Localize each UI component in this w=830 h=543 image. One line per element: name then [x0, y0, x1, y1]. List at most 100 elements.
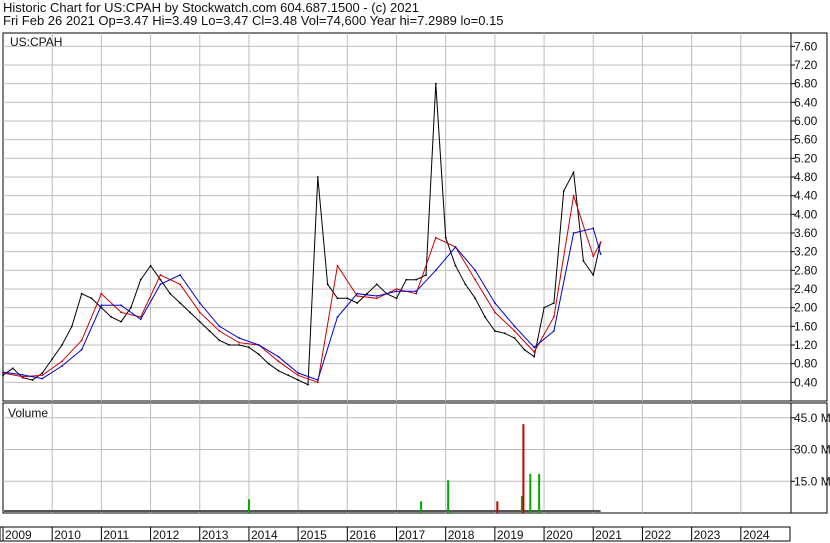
price-series-point — [572, 232, 575, 234]
price-series-point — [356, 302, 359, 304]
price-series-point — [70, 325, 73, 328]
price-series-point — [120, 311, 122, 314]
price-tick-label: 6.80 — [794, 77, 818, 91]
x-tick-label: 2021 — [595, 528, 622, 542]
price-series-point — [553, 302, 555, 304]
price-series-point — [503, 332, 506, 335]
price-tick-label: 4.00 — [794, 207, 818, 221]
price-series-point — [336, 316, 339, 318]
price-series-point — [415, 278, 418, 281]
x-tick-label: 2012 — [153, 528, 180, 542]
price-series-point — [336, 264, 339, 267]
price-series-point — [356, 295, 359, 297]
price-series-point — [395, 288, 398, 290]
price-series-point — [493, 311, 496, 314]
price-series-point — [513, 330, 516, 332]
price-series-point — [198, 302, 201, 304]
price-series-point — [553, 330, 555, 332]
volume-tick-label: 15.0 M — [794, 474, 830, 488]
price-tick-label: 2.00 — [794, 301, 818, 315]
x-tick-label: 2018 — [448, 528, 475, 542]
price-series-point — [238, 344, 241, 346]
price-series-point — [444, 236, 447, 239]
price-series-point — [238, 337, 241, 339]
x-axis: 2009 2010 2011 2012 2013 2014 2015 2016 2017 2018… — [0, 526, 791, 542]
volume-y-axis: 15.0 M 30.0 M 45.0 M — [791, 411, 830, 488]
price-series-point — [513, 325, 516, 328]
volume-bar — [538, 473, 541, 513]
x-tick-label: 2017 — [399, 528, 426, 542]
price-tick-label: 0.80 — [794, 357, 818, 371]
price-series-point — [228, 344, 231, 346]
price-series-point — [316, 379, 319, 381]
volume-tick-label: 30.0 M — [794, 443, 830, 457]
volume-bar — [447, 480, 450, 513]
price-series-point — [395, 297, 398, 300]
price-series-point — [257, 353, 260, 356]
price-series-point — [572, 171, 575, 174]
price-series-point — [297, 374, 300, 377]
price-series-point — [297, 372, 300, 374]
x-tick-label: 2020 — [546, 528, 573, 542]
price-series-point — [139, 318, 142, 321]
price-tick-label: 4.40 — [794, 189, 818, 203]
price-tick-label: 7.20 — [794, 58, 818, 72]
price-tick-label: 2.80 — [794, 263, 818, 277]
price-series-point — [434, 236, 437, 239]
price-series-point — [61, 365, 63, 367]
x-tick-label: 2023 — [694, 528, 721, 542]
price-series-point — [159, 283, 162, 286]
price-series-point — [100, 304, 103, 307]
price-series-point — [277, 360, 280, 363]
price-series-point — [434, 269, 437, 272]
price-series-point — [553, 316, 555, 318]
price-series-point — [493, 330, 496, 332]
price-tick-label: 3.60 — [794, 226, 818, 240]
price-tick-label: 4.80 — [794, 170, 818, 184]
price-series-point — [493, 302, 496, 304]
price-series-point — [513, 337, 516, 339]
price-series-point — [415, 290, 418, 293]
x-tick-label: 2019 — [497, 528, 524, 542]
x-tick-label: 2015 — [300, 528, 327, 542]
x-tick-label: 2010 — [54, 528, 81, 542]
price-series-point — [316, 381, 319, 384]
price-series-point — [533, 351, 536, 353]
price-series-point — [316, 176, 319, 178]
price-series-point — [208, 330, 211, 332]
price-series-point — [21, 375, 24, 378]
price-series-point — [297, 379, 300, 381]
price-series-point — [2, 371, 4, 373]
price-panel-frame — [2, 32, 828, 402]
price-series-point — [307, 383, 309, 386]
volume-panel-frame — [2, 402, 828, 514]
x-tick-label: 2014 — [251, 528, 278, 542]
price-series-point — [21, 373, 24, 376]
price-series-point — [533, 355, 536, 358]
price-series-point — [189, 311, 191, 314]
price-series-point — [454, 264, 457, 267]
price-series-point — [198, 320, 201, 323]
price-tick-label: 5.60 — [794, 133, 818, 147]
price-series-point — [179, 274, 181, 276]
price-series-point — [474, 278, 477, 281]
price-series-point — [41, 374, 44, 377]
price-series-point — [159, 274, 162, 276]
price-series-point — [61, 360, 63, 363]
price-series-point — [434, 82, 437, 85]
price-tick-label: 0.40 — [794, 375, 818, 389]
price-series-point — [129, 306, 132, 309]
price-series-point — [464, 283, 467, 286]
price-series-point — [277, 369, 280, 372]
price-series-point — [179, 302, 181, 304]
price-series-point — [543, 306, 545, 309]
volume-panel: Volume 15.0 M 30.0 M 45.0 M — [2, 402, 830, 514]
price-series-point — [592, 255, 595, 258]
price-series-point — [169, 292, 172, 295]
price-series-point — [336, 297, 339, 300]
price-series-point — [415, 292, 418, 295]
price-series-point — [405, 278, 408, 281]
price-series-point — [592, 274, 595, 276]
price-panel: US:CPAH 0.40 0.80 1.20 1.60 2.00 2.40 2.80 3.20… — [2, 32, 828, 402]
price-series-point — [100, 292, 103, 295]
